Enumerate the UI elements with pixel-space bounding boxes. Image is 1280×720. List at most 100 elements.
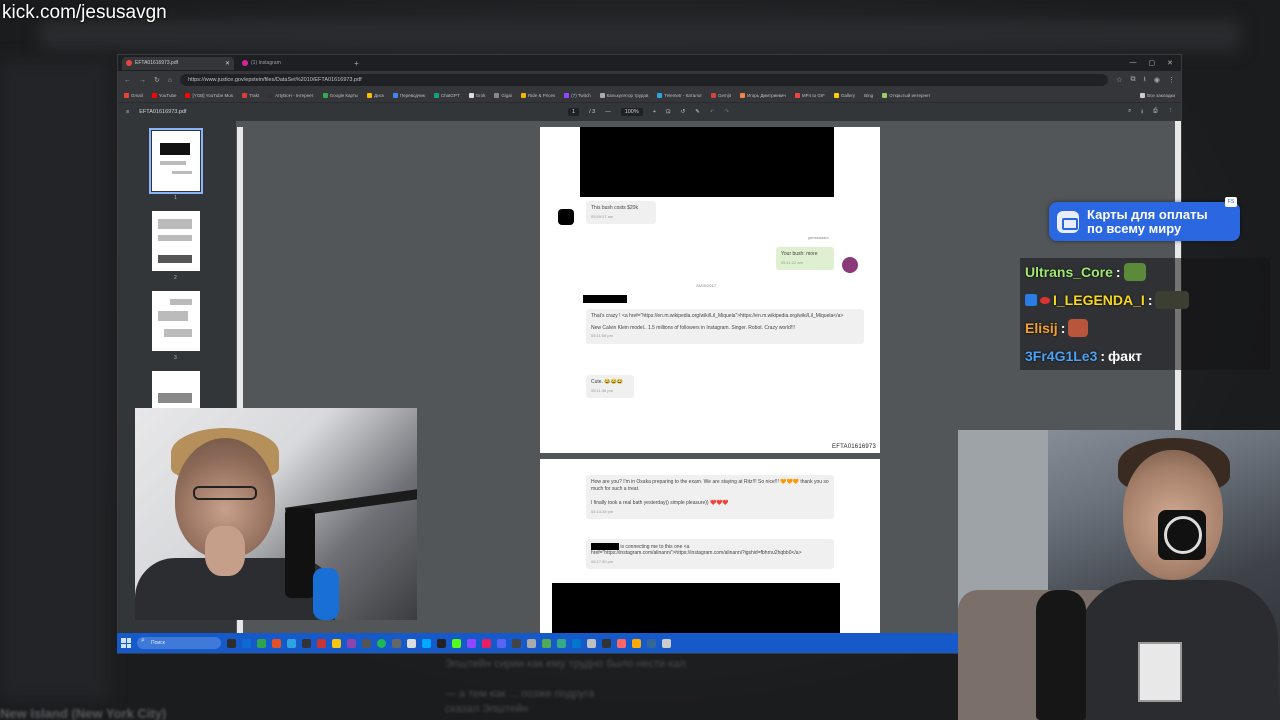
new-tab-icon[interactable]: + xyxy=(354,59,359,68)
address-bar: ← → ↻ ⌂ https://www.justice.gov/epstein/… xyxy=(118,71,1181,89)
fit-page-icon[interactable]: ⊡ xyxy=(666,109,671,115)
minimize-icon[interactable]: — xyxy=(1130,59,1137,67)
thumbnail-page-4[interactable] xyxy=(152,371,200,411)
menu-icon[interactable]: ⋮ xyxy=(1168,76,1175,84)
undo-icon[interactable]: ↶ xyxy=(710,109,715,115)
all-bookmarks[interactable]: Все закладки xyxy=(1140,93,1175,98)
app-icon[interactable] xyxy=(542,638,551,648)
redo-icon[interactable]: ↷ xyxy=(724,109,729,115)
tab-instagram[interactable]: (1) Instagram xyxy=(238,57,350,70)
url-field[interactable]: https://www.justice.gov/epstein/files/Da… xyxy=(180,74,1109,86)
bookmark-item[interactable]: Telemetr - Каталог xyxy=(657,93,702,98)
pdf-right-actions: ⌕ ⭳ ⎙ ⋮ xyxy=(1128,108,1173,117)
app-icon[interactable] xyxy=(362,638,371,648)
bookmark-item[interactable]: ChatGPT xyxy=(433,93,460,98)
zoom-in-icon[interactable]: + xyxy=(653,109,656,115)
app-icon[interactable] xyxy=(317,638,326,648)
bookmark-item[interactable]: YouTube xyxy=(151,93,176,98)
maximize-icon[interactable]: ▢ xyxy=(1149,59,1156,67)
annotate-icon[interactable]: ✎ xyxy=(695,109,700,115)
app-icon[interactable] xyxy=(257,638,266,648)
app-icon[interactable] xyxy=(392,638,401,648)
forward-icon[interactable]: → xyxy=(139,77,146,84)
rotate-icon[interactable]: ↺ xyxy=(681,109,686,115)
bookmark-item[interactable]: Калькулятор трудов xyxy=(599,93,648,98)
app-icon[interactable] xyxy=(632,638,641,648)
sidebar-menu-icon[interactable]: ≡ xyxy=(126,109,129,115)
bookmark-item[interactable]: Gemjit xyxy=(710,93,731,98)
zoom-level[interactable]: 100% xyxy=(620,108,643,116)
discord-icon[interactable] xyxy=(497,638,506,648)
profile-icon[interactable]: ◉ xyxy=(1154,76,1160,84)
bookmark-item[interactable]: Ride & Prices xyxy=(520,93,555,98)
chrome-icon[interactable] xyxy=(272,638,281,648)
bookmark-item[interactable]: ArtyBoH - Інтернет xyxy=(268,93,314,98)
bookmark-item[interactable]: Открытый интернет xyxy=(882,93,930,98)
bookmark-item[interactable]: Gmail xyxy=(124,93,143,98)
app-icon[interactable] xyxy=(647,638,656,648)
close-icon[interactable]: ✕ xyxy=(225,60,230,67)
app-icon[interactable] xyxy=(347,638,356,648)
tab-pdf[interactable]: EFTA01616973.pdf ✕ xyxy=(122,56,234,70)
thumbnail-number: 2 xyxy=(174,275,177,281)
task-view-icon[interactable] xyxy=(227,638,236,648)
app-icon[interactable] xyxy=(482,638,491,648)
thumbnail-page-2[interactable] xyxy=(152,211,200,271)
bookmark-item[interactable]: Диск xyxy=(367,93,384,98)
channel-watermark: kick.com/jesusavgn xyxy=(2,2,167,23)
spotify-icon[interactable] xyxy=(377,638,386,648)
taskbar-search[interactable]: Поиск xyxy=(137,637,221,649)
telegram-icon[interactable] xyxy=(287,638,296,648)
close-window-icon[interactable]: ✕ xyxy=(1167,59,1173,67)
promo-text: Карты для оплаты по всему миру xyxy=(1087,206,1208,236)
extensions-icon[interactable]: ⧉ xyxy=(1130,76,1135,84)
zoom-out-icon[interactable]: — xyxy=(605,109,611,115)
kick-icon[interactable] xyxy=(452,638,461,648)
chat-username: 3Fr4G1Le3 xyxy=(1025,348,1098,364)
app-icon[interactable] xyxy=(302,638,311,648)
twitch-icon[interactable] xyxy=(467,638,476,648)
bookmark-item[interactable]: Gigai xyxy=(494,93,512,98)
widgets-icon[interactable] xyxy=(242,638,251,648)
message-bubble: is connecting me to this one <a href="ht… xyxy=(586,539,834,570)
app-icon[interactable] xyxy=(662,638,671,648)
bookmark-item[interactable]: Переводчик xyxy=(392,93,425,98)
folder-icon[interactable] xyxy=(332,638,341,648)
windows-start-icon[interactable] xyxy=(121,638,131,648)
app-icon[interactable] xyxy=(407,638,416,648)
app-icon[interactable] xyxy=(587,638,596,648)
bookmark-item[interactable]: Google Карты xyxy=(322,93,358,98)
chat-text: факт xyxy=(1108,348,1142,364)
promo-banner[interactable]: Карты для оплаты по всему миру FS xyxy=(1049,197,1240,241)
back-icon[interactable]: ← xyxy=(124,77,131,84)
download-icon[interactable]: ⭳ xyxy=(1141,108,1143,117)
bookmark-item[interactable]: Игорь Дмитриевич xyxy=(740,93,786,98)
reload-icon[interactable]: ↻ xyxy=(154,76,160,84)
message-text: New Calvin Klein model.. 1.5 millions of… xyxy=(591,324,795,331)
redaction-block xyxy=(580,127,834,197)
home-icon[interactable]: ⌂ xyxy=(168,77,172,84)
thumbnail-page-1[interactable] xyxy=(149,128,203,194)
app-icon[interactable] xyxy=(617,638,626,648)
star-icon[interactable]: ☆ xyxy=(1116,76,1122,84)
bookmark-item[interactable]: (7) Twitch xyxy=(564,93,591,98)
bookmark-item[interactable]: Gallery xyxy=(833,93,855,98)
app-icon[interactable] xyxy=(557,638,566,648)
bookmark-item[interactable]: MP4 to GIF xyxy=(794,93,825,98)
app-icon[interactable] xyxy=(527,638,536,648)
app-icon[interactable] xyxy=(602,638,611,648)
print-icon[interactable]: ⎙ xyxy=(1153,108,1157,117)
app-icon[interactable] xyxy=(512,638,521,648)
app-icon[interactable] xyxy=(437,638,446,648)
thumbnail-page-3[interactable] xyxy=(152,291,200,351)
page-number-input[interactable]: 1 xyxy=(568,108,580,116)
bookmark-item[interactable]: [YGB] YouTube Mus xyxy=(185,93,233,98)
bookmark-item[interactable]: Grok xyxy=(468,93,485,98)
download-icon[interactable]: ⭳ xyxy=(1143,75,1145,86)
app-icon[interactable] xyxy=(422,638,431,648)
search-icon[interactable]: ⌕ xyxy=(1128,108,1131,117)
app-icon[interactable] xyxy=(572,638,581,648)
more-icon[interactable]: ⋮ xyxy=(1168,108,1174,117)
bookmark-item[interactable]: Bing xyxy=(864,93,873,98)
bookmark-item[interactable]: Trakt xyxy=(242,93,259,98)
